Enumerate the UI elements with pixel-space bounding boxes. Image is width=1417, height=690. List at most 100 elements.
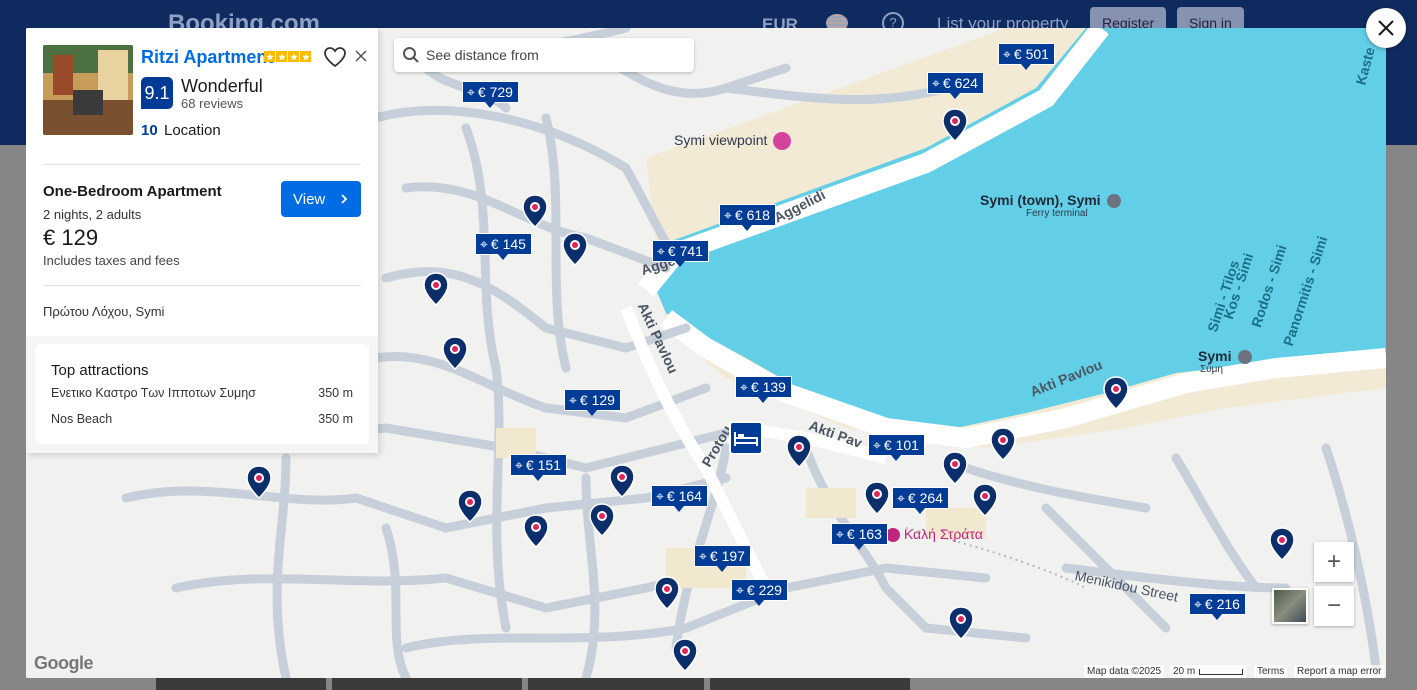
taxes-note: Includes taxes and fees: [43, 253, 180, 268]
location-pin-icon[interactable]: [423, 272, 449, 306]
map-data-credit: Map data ©2025: [1084, 665, 1165, 678]
distance-search-box[interactable]: [394, 38, 694, 72]
location-pin-icon[interactable]: [522, 194, 548, 228]
location-pin-icon[interactable]: [990, 427, 1016, 461]
symi-town-label[interactable]: Symi (town), Symi: [980, 192, 1122, 209]
heart-icon[interactable]: [323, 46, 347, 68]
map-scale-label: 20 m: [1173, 666, 1196, 677]
attraction-name: Ενετικο Καστρο Των Ιπποτων Συμησ: [51, 386, 256, 400]
top-attractions-title: Top attractions: [51, 362, 149, 379]
map-pin-icon: ⌖: [656, 488, 664, 504]
property-card: Ritzi Apartment 9.1 Wonderful 68 reviews…: [26, 28, 378, 453]
location-pin-icon[interactable]: [1269, 527, 1295, 561]
price-marker[interactable]: ⌖ € 618: [719, 204, 776, 231]
map-pin-icon: ⌖: [515, 457, 523, 473]
attraction-row: Ενετικο Καστρο Των Ιπποτων Συμησ 350 m: [51, 386, 353, 400]
property-address: Πρώτου Λόχου, Symi: [43, 304, 165, 319]
location-pin-icon[interactable]: [654, 576, 680, 610]
satellite-view-toggle[interactable]: [1272, 588, 1308, 624]
price-marker[interactable]: ⌖ € 163: [831, 523, 888, 550]
location-pin-icon[interactable]: [246, 465, 272, 499]
view-button-label: View: [293, 190, 326, 208]
price-marker[interactable]: ⌖ € 216: [1189, 593, 1246, 620]
chevron-right-icon: [341, 194, 348, 204]
attraction-distance: 350 m: [318, 386, 353, 400]
price-marker[interactable]: ⌖ € 145: [475, 233, 532, 260]
zoom-out-button[interactable]: −: [1314, 586, 1354, 626]
price-display: € 129: [43, 225, 99, 250]
location-pin-icon[interactable]: [609, 464, 635, 498]
price-marker[interactable]: ⌖ € 501: [998, 43, 1055, 70]
map-scale[interactable]: 20 m: [1170, 665, 1247, 678]
map-pin-icon: ⌖: [1194, 596, 1202, 612]
price-marker[interactable]: ⌖ € 741: [652, 240, 709, 267]
kali-strata-label[interactable]: Καλή Στράτα: [886, 526, 983, 543]
terms-link[interactable]: Terms: [1254, 665, 1288, 678]
star-icon: [264, 51, 275, 62]
location-pin-icon[interactable]: [1103, 376, 1129, 410]
symi-label[interactable]: Symi: [1198, 348, 1253, 365]
zoom-in-button[interactable]: +: [1314, 542, 1354, 582]
stay-details: 2 nights, 2 adults: [43, 207, 142, 222]
price-marker[interactable]: ⌖ € 139: [735, 376, 792, 403]
review-score-badge: 9.1: [141, 77, 173, 109]
price-marker[interactable]: ⌖ € 101: [868, 434, 925, 461]
close-map-button[interactable]: [1366, 8, 1406, 48]
view-button[interactable]: View: [281, 181, 361, 217]
top-attractions-box: Top attractions Ενετικο Καστρο Των Ιπποτ…: [35, 344, 369, 444]
map-pin-icon: ⌖: [932, 75, 940, 91]
ferry-terminal-label: Ferry terminal: [1026, 208, 1088, 219]
property-name-link[interactable]: Ritzi Apartment: [141, 47, 273, 68]
location-pin-icon[interactable]: [972, 483, 998, 517]
price-marker[interactable]: ⌖ € 624: [927, 72, 984, 99]
location-pin-icon[interactable]: [442, 336, 468, 370]
map-modal[interactable]: Symi viewpoint Symi (town), Symi Ferry t…: [26, 28, 1386, 678]
location-pin-icon[interactable]: [562, 232, 588, 266]
map-pin-icon: ⌖: [657, 243, 665, 259]
property-photo-image: [43, 45, 133, 135]
location-pin-icon[interactable]: [457, 489, 483, 523]
divider: [43, 285, 361, 286]
price-marker[interactable]: ⌖ € 229: [731, 579, 788, 606]
price-marker[interactable]: ⌖ € 197: [694, 545, 751, 572]
price-marker[interactable]: ⌖ € 729: [462, 81, 519, 108]
star-rating: [264, 51, 311, 62]
attraction-name: Nos Beach: [51, 412, 113, 426]
location-pin-icon[interactable]: [589, 503, 615, 537]
map-pin-icon: ⌖: [699, 548, 707, 564]
viewpoint-camera-icon: [773, 132, 792, 151]
price-marker[interactable]: ⌖ € 151: [510, 454, 567, 481]
review-count: 68 reviews: [181, 96, 244, 111]
attraction-row: Nos Beach 350 m: [51, 412, 353, 426]
location-pin-icon[interactable]: [786, 434, 812, 468]
location-pin-icon[interactable]: [864, 481, 890, 515]
selected-property-marker[interactable]: [729, 421, 763, 455]
scale-bar: [1199, 668, 1244, 675]
location-pin-icon[interactable]: [672, 638, 698, 672]
viewpoint-label[interactable]: Symi viewpoint: [674, 132, 792, 151]
map-pin-icon: ⌖: [873, 437, 881, 453]
map-pin-icon: ⌖: [897, 490, 905, 506]
room-type: One-Bedroom Apartment: [43, 183, 222, 200]
price-marker[interactable]: ⌖ € 264: [892, 487, 949, 514]
report-map-error-link[interactable]: Report a map error: [1294, 665, 1385, 678]
location-pin-icon[interactable]: [523, 514, 549, 548]
symi-greek-label: Σύμη: [1200, 364, 1223, 375]
distance-search-input[interactable]: [426, 47, 676, 63]
search-icon: [403, 47, 419, 63]
map-pin-icon: ⌖: [480, 236, 488, 252]
star-icon: [288, 51, 299, 62]
location-pin-icon[interactable]: [948, 606, 974, 640]
property-photo[interactable]: [43, 45, 133, 135]
bus-stop-icon: [1107, 194, 1122, 209]
star-icon: [300, 51, 311, 62]
close-icon: [1378, 20, 1394, 36]
map-pin-icon: ⌖: [467, 84, 475, 100]
location-pin-icon[interactable]: [942, 451, 968, 485]
close-icon[interactable]: [353, 48, 369, 64]
map-pin-icon: ⌖: [569, 392, 577, 408]
price-marker[interactable]: ⌖ € 164: [651, 485, 708, 512]
location-pin-icon[interactable]: [942, 108, 968, 142]
review-score-word: Wonderful: [181, 76, 263, 96]
price-marker[interactable]: ⌖ € 129: [564, 389, 621, 416]
